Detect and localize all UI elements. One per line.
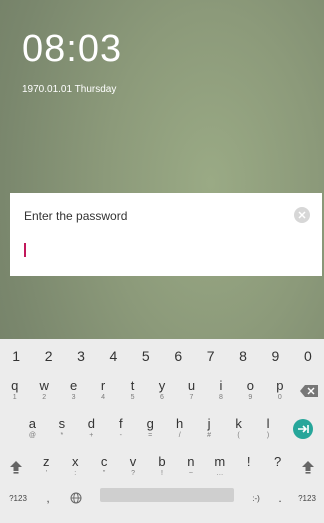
key-t[interactable]: t5 <box>118 373 147 409</box>
key-o[interactable]: o9 <box>236 373 265 409</box>
key-4[interactable]: 4 <box>97 339 129 373</box>
key-6[interactable]: 6 <box>162 339 194 373</box>
key-3[interactable]: 3 <box>65 339 97 373</box>
key-9[interactable]: 9 <box>259 339 291 373</box>
backspace-icon <box>300 385 319 397</box>
key-e[interactable]: e3 <box>59 373 88 409</box>
key-w[interactable]: w2 <box>29 373 58 409</box>
password-dialog: Enter the password <box>10 193 322 276</box>
key-x[interactable]: x: <box>61 449 90 485</box>
key-n[interactable]: n ~ <box>176 449 205 485</box>
key-question[interactable]: ? <box>263 449 292 485</box>
shift-icon <box>9 460 22 474</box>
key-f[interactable]: f- <box>106 411 135 447</box>
key-v[interactable]: v? <box>119 449 148 485</box>
keyboard-number-row: 1 2 3 4 5 6 7 8 9 0 <box>0 339 324 373</box>
key-d[interactable]: d + <box>77 411 106 447</box>
key-0[interactable]: 0 <box>292 339 324 373</box>
key-m[interactable]: m… <box>205 449 234 485</box>
key-8[interactable]: 8 <box>227 339 259 373</box>
key-exclamation[interactable]: ! <box>234 449 263 485</box>
key-p[interactable]: p0 <box>265 373 294 409</box>
key-q[interactable]: q1 <box>0 373 29 409</box>
clock-time: 08:03 <box>22 28 123 70</box>
key-j[interactable]: j # <box>194 411 223 447</box>
key-5[interactable]: 5 <box>130 339 162 373</box>
language-key[interactable] <box>62 487 90 509</box>
globe-icon <box>70 492 82 504</box>
password-label: Enter the password <box>24 209 128 223</box>
key-u[interactable]: u7 <box>177 373 206 409</box>
key-s[interactable]: s * <box>47 411 76 447</box>
key-1[interactable]: 1 <box>0 339 32 373</box>
clear-icon[interactable] <box>294 207 310 223</box>
key-b[interactable]: b! <box>148 449 177 485</box>
keyboard-row-1: q1 w2 e3 r4 t5 y6 u7 i8 o9 p0 <box>0 373 324 409</box>
shift-key-left[interactable] <box>0 449 32 485</box>
key-2[interactable]: 2 <box>32 339 64 373</box>
key-y[interactable]: y6 <box>147 373 176 409</box>
key-k[interactable]: k( <box>224 411 253 447</box>
key-z[interactable]: z ' <box>32 449 61 485</box>
symbols-key-right[interactable]: ?123 <box>292 487 322 509</box>
key-i[interactable]: i8 <box>206 373 235 409</box>
symbols-key-left[interactable]: ?123 <box>2 487 34 509</box>
comma-key[interactable]: , <box>38 487 58 509</box>
enter-icon <box>293 419 314 439</box>
keyboard-row-3: z ' x: c " v? b! n ~ m… ! ? <box>0 449 324 485</box>
key-l[interactable]: l) <box>253 411 282 447</box>
clock-date: 1970.01.01 Thursday <box>22 84 117 95</box>
space-key[interactable] <box>100 488 234 502</box>
text-caret <box>24 243 26 257</box>
backspace-key[interactable] <box>295 373 324 409</box>
key-a[interactable]: a @ <box>18 411 47 447</box>
key-c[interactable]: c " <box>90 449 119 485</box>
keyboard-row-2: a @ s * d + f- g = h / j # k( l) <box>0 411 324 447</box>
key-g[interactable]: g = <box>135 411 164 447</box>
enter-key[interactable] <box>283 411 324 447</box>
shift-icon <box>302 460 315 474</box>
emoji-key[interactable]: :-) <box>244 487 268 509</box>
keyboard-bottom-row: ?123 , :-) . ?123 <box>0 487 324 511</box>
soft-keyboard: 1 2 3 4 5 6 7 8 9 0 q1 w2 e3 r4 t5 y6 u7… <box>0 339 324 523</box>
password-input[interactable] <box>22 233 296 263</box>
shift-key-right[interactable] <box>292 449 324 485</box>
key-7[interactable]: 7 <box>194 339 226 373</box>
row2-left-spacer <box>0 411 18 447</box>
key-h[interactable]: h / <box>165 411 194 447</box>
period-key[interactable]: . <box>272 487 288 509</box>
key-r[interactable]: r4 <box>88 373 117 409</box>
